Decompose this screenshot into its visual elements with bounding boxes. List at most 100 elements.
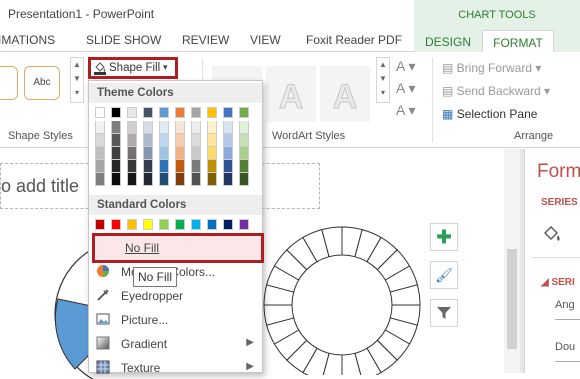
series-options-section[interactable]: ◢ SERI xyxy=(541,277,575,288)
doughnut-chart[interactable] xyxy=(262,223,422,375)
standard-color-swatch[interactable] xyxy=(175,219,185,230)
scrollbar-thumb[interactable] xyxy=(507,249,517,349)
theme-color-swatch[interactable] xyxy=(175,134,185,147)
theme-color-swatch[interactable] xyxy=(223,134,233,147)
theme-color-swatch[interactable] xyxy=(111,160,121,173)
theme-color-swatch[interactable] xyxy=(223,160,233,173)
theme-color-swatch[interactable] xyxy=(207,107,217,118)
shape-styles-gallery-scroll[interactable]: ▲ ▼ ▾ xyxy=(70,57,84,103)
send-backward-button[interactable]: ▤ Send Backward ▾ xyxy=(442,84,550,98)
theme-color-swatch[interactable] xyxy=(223,107,233,118)
standard-color-swatch[interactable] xyxy=(111,219,121,230)
theme-color-swatch[interactable] xyxy=(111,107,121,118)
chart-elements-button[interactable]: ✚ xyxy=(430,223,458,251)
angle-slider[interactable] xyxy=(555,319,580,320)
theme-color-swatch[interactable] xyxy=(95,173,105,186)
bring-forward-button[interactable]: ▤ Bring Forward ▾ xyxy=(442,61,541,75)
theme-color-swatch[interactable] xyxy=(143,173,153,186)
theme-color-swatch[interactable] xyxy=(223,173,233,186)
wordart-gallery-scroll[interactable]: ▲ ▼ ▾ xyxy=(376,57,390,103)
series-options-tab[interactable]: SERIES xyxy=(541,197,578,208)
theme-color-swatch[interactable] xyxy=(127,134,137,147)
theme-color-swatch[interactable] xyxy=(95,121,105,134)
theme-color-swatch[interactable] xyxy=(207,134,217,147)
texture-item[interactable]: Texture ▶ xyxy=(89,357,262,379)
theme-color-swatch[interactable] xyxy=(239,107,249,118)
doughnut-hole-slider[interactable] xyxy=(555,361,580,362)
theme-color-swatch[interactable] xyxy=(159,107,169,118)
theme-color-swatch[interactable] xyxy=(191,107,201,118)
gradient-item[interactable]: Gradient ▶ xyxy=(89,333,262,355)
tab-slide-show[interactable]: SLIDE SHOW xyxy=(86,32,161,52)
theme-color-swatch[interactable] xyxy=(239,121,249,134)
theme-color-swatch[interactable] xyxy=(127,173,137,186)
standard-color-swatch[interactable] xyxy=(127,219,137,230)
theme-color-swatch[interactable] xyxy=(175,147,185,160)
theme-color-swatch[interactable] xyxy=(191,160,201,173)
theme-color-swatch[interactable] xyxy=(207,121,217,134)
theme-color-swatch[interactable] xyxy=(127,147,137,160)
theme-color-swatch[interactable] xyxy=(223,121,233,134)
wordart-style-preset-3[interactable]: A xyxy=(320,66,370,122)
theme-color-swatch[interactable] xyxy=(159,147,169,160)
eyedropper-item[interactable]: Eyedropper xyxy=(89,285,262,307)
theme-color-swatch[interactable] xyxy=(127,121,137,134)
shape-style-preset-2[interactable]: Abc xyxy=(24,66,60,100)
standard-color-swatch[interactable] xyxy=(239,219,249,230)
shape-fill-button[interactable]: Shape Fill ▾ xyxy=(88,57,178,79)
theme-color-swatch[interactable] xyxy=(95,107,105,118)
theme-color-swatch[interactable] xyxy=(191,147,201,160)
tab-foxit-reader-pdf[interactable]: Foxit Reader PDF xyxy=(306,32,402,52)
theme-color-swatch[interactable] xyxy=(239,147,249,160)
theme-color-swatch[interactable] xyxy=(207,160,217,173)
theme-color-swatch[interactable] xyxy=(95,160,105,173)
chart-filters-button[interactable] xyxy=(430,299,458,327)
theme-color-swatch[interactable] xyxy=(143,147,153,160)
standard-color-swatch[interactable] xyxy=(143,219,153,230)
selection-pane-button[interactable]: ▦ Selection Pane xyxy=(442,107,537,121)
theme-color-swatch[interactable] xyxy=(239,173,249,186)
chart-styles-button[interactable]: 🖌 xyxy=(430,261,458,289)
tab-design[interactable]: DESIGN xyxy=(414,30,482,52)
theme-color-swatch[interactable] xyxy=(95,147,105,160)
theme-color-swatch[interactable] xyxy=(239,134,249,147)
tab-animations[interactable]: IMATIONS xyxy=(0,32,55,52)
standard-color-swatch[interactable] xyxy=(207,219,217,230)
slide-vertical-scrollbar[interactable] xyxy=(504,149,520,373)
shape-style-preset-1[interactable] xyxy=(0,66,18,100)
theme-color-swatch[interactable] xyxy=(111,134,121,147)
theme-color-swatch[interactable] xyxy=(143,121,153,134)
theme-color-swatch[interactable] xyxy=(191,173,201,186)
theme-color-swatch[interactable] xyxy=(175,160,185,173)
theme-color-swatch[interactable] xyxy=(143,107,153,118)
standard-color-swatch[interactable] xyxy=(191,219,201,230)
theme-color-swatch[interactable] xyxy=(159,134,169,147)
text-outline-icon[interactable]: A ▾ xyxy=(396,80,415,97)
theme-color-swatch[interactable] xyxy=(111,121,121,134)
theme-color-swatch[interactable] xyxy=(239,160,249,173)
theme-color-swatch[interactable] xyxy=(143,134,153,147)
tab-review[interactable]: REVIEW xyxy=(182,32,229,52)
theme-color-swatch[interactable] xyxy=(191,121,201,134)
theme-color-swatch[interactable] xyxy=(111,173,121,186)
theme-color-swatch[interactable] xyxy=(159,160,169,173)
theme-color-swatch[interactable] xyxy=(175,107,185,118)
theme-color-swatch[interactable] xyxy=(175,173,185,186)
picture-item[interactable]: Picture... xyxy=(89,309,262,331)
theme-color-swatch[interactable] xyxy=(159,173,169,186)
theme-color-swatch[interactable] xyxy=(159,121,169,134)
theme-color-swatch[interactable] xyxy=(207,173,217,186)
wordart-style-preset-2[interactable]: A xyxy=(266,66,316,122)
theme-color-swatch[interactable] xyxy=(207,147,217,160)
theme-color-swatch[interactable] xyxy=(127,107,137,118)
theme-color-swatch[interactable] xyxy=(143,160,153,173)
theme-color-swatch[interactable] xyxy=(175,121,185,134)
fill-line-icon[interactable] xyxy=(541,223,563,245)
theme-color-swatch[interactable] xyxy=(111,147,121,160)
text-fill-icon[interactable]: A ▾ xyxy=(396,58,415,75)
theme-color-swatch[interactable] xyxy=(191,134,201,147)
standard-color-swatch[interactable] xyxy=(95,219,105,230)
theme-color-swatch[interactable] xyxy=(127,160,137,173)
tab-view[interactable]: VIEW xyxy=(250,32,281,52)
standard-color-swatch[interactable] xyxy=(223,219,233,230)
